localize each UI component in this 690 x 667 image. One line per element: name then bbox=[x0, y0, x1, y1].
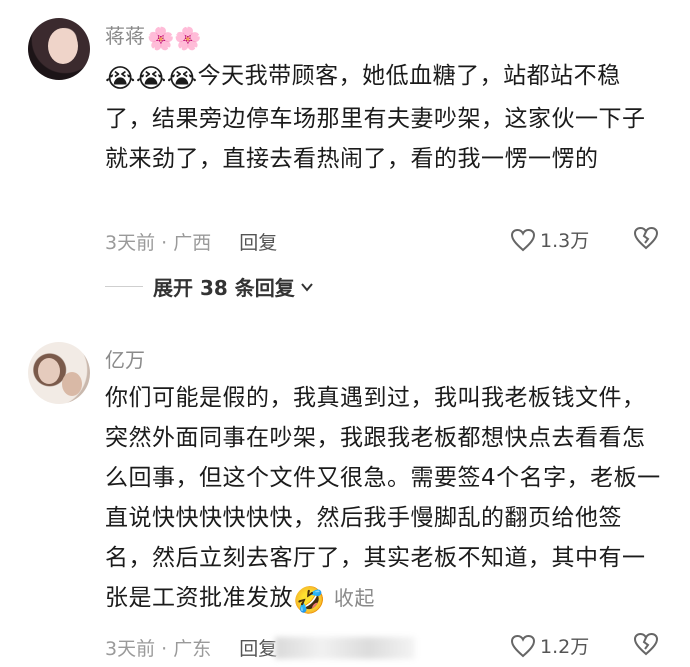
comment-meta: 3天前 · 广西 回复 bbox=[105, 228, 277, 255]
comment-body: 你们可能是假的，我真遇到过，我叫我老板钱文件，突然外面同事在吵架，我跟我老板都想… bbox=[105, 385, 661, 611]
broken-heart-icon bbox=[633, 226, 659, 250]
broken-heart-icon bbox=[633, 632, 659, 656]
dislike-button[interactable] bbox=[633, 226, 659, 254]
timestamp-location: 3天前 · 广东 bbox=[105, 638, 212, 660]
avatar[interactable] bbox=[28, 18, 90, 80]
divider-line bbox=[105, 286, 143, 287]
like-button[interactable]: 1.3万 bbox=[510, 226, 589, 253]
dislike-button[interactable] bbox=[633, 632, 659, 660]
heart-outline-icon bbox=[510, 228, 536, 251]
chevron-down-icon bbox=[300, 282, 313, 292]
reply-button[interactable]: 回复 bbox=[239, 634, 277, 661]
crying-emoji-icon: 😭😭😭 bbox=[105, 64, 198, 94]
like-count: 1.2万 bbox=[540, 636, 590, 658]
timestamp-location: 3天前 · 广西 bbox=[105, 232, 212, 254]
like-count: 1.3万 bbox=[540, 230, 590, 252]
username[interactable]: 亿万 bbox=[105, 344, 145, 373]
like-button[interactable]: 1.2万 bbox=[510, 632, 589, 659]
expand-replies-button[interactable]: 展开 38 条回复 bbox=[105, 272, 315, 301]
comment-text[interactable]: 你们可能是假的，我真遇到过，我叫我老板钱文件，突然外面同事在吵架，我跟我老板都想… bbox=[105, 378, 665, 621]
username-text: 蒋蒋 bbox=[105, 24, 145, 48]
heart-outline-icon bbox=[510, 634, 536, 657]
blurred-overlay bbox=[275, 636, 416, 659]
reply-button[interactable]: 回复 bbox=[239, 228, 277, 255]
comment-meta: 3天前 · 广东 回复 bbox=[105, 634, 416, 661]
laughing-crying-emoji-icon: 🤣 bbox=[293, 586, 326, 616]
collapse-button[interactable]: 收起 bbox=[334, 586, 375, 610]
flower-emoji-icon: 🌸🌸 bbox=[147, 27, 202, 52]
comment-text[interactable]: 😭😭😭今天我带顾客，她低血糖了，站都站不稳了，结果旁边停车场那里有夫妻吵架，这家… bbox=[105, 56, 665, 179]
expand-replies-label: 展开 38 条回复 bbox=[153, 276, 295, 300]
username[interactable]: 蒋蒋🌸🌸 bbox=[105, 20, 202, 52]
avatar[interactable] bbox=[28, 342, 90, 404]
